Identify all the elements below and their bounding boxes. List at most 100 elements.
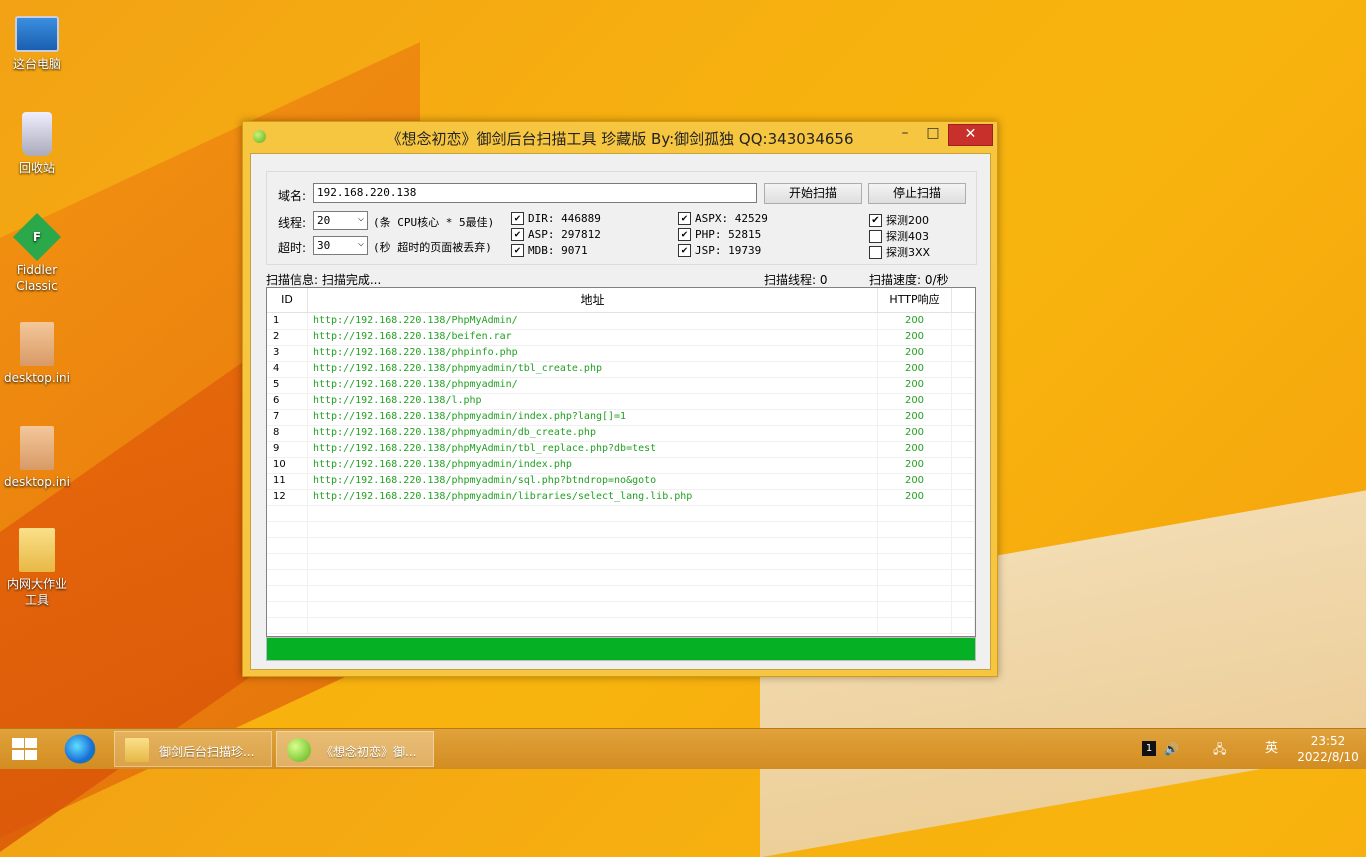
table-row[interactable]: 11 http://192.168.220.138/phpmyadmin/sql.… <box>267 473 975 490</box>
table-row[interactable] <box>267 601 975 618</box>
scan-threads-status: 扫描线程: 0 <box>764 273 828 287</box>
row-id: 9 <box>267 441 308 457</box>
checkbox-label: DIR: 446889 <box>528 212 601 225</box>
dict-dir-checkbox[interactable]: ✔ DIR: 446889 <box>511 212 601 225</box>
timeout-select[interactable]: 30 ⌵ <box>313 236 368 255</box>
table-row[interactable] <box>267 553 975 570</box>
row-filler <box>952 537 975 553</box>
row-http-code: 200 <box>878 313 952 329</box>
start-scan-button[interactable]: 开始扫描 <box>764 183 862 204</box>
ime-indicator[interactable]: 英 <box>1265 729 1278 769</box>
row-url: http://192.168.220.138/beifen.rar <box>308 329 878 345</box>
table-row[interactable]: 5 http://192.168.220.138/phpmyadmin/200 <box>267 377 975 394</box>
row-filler <box>952 489 975 505</box>
table-row[interactable]: 8 http://192.168.220.138/phpmyadmin/db_cr… <box>267 425 975 442</box>
desktop-icon-this-pc[interactable]: 这台电脑 <box>4 10 70 72</box>
minimize-button[interactable]: – <box>893 124 917 144</box>
checkbox-icon: ✔ <box>511 212 524 225</box>
row-http-code <box>878 505 952 521</box>
volume-icon[interactable]: 🔊 <box>1164 729 1179 769</box>
desktop-icon-recycle-bin[interactable]: 回收站 <box>4 112 70 176</box>
probe-3xx-checkbox[interactable]: 探测3XX <box>869 244 930 260</box>
row-filler <box>952 377 975 393</box>
close-button[interactable]: ✕ <box>948 124 993 146</box>
checkbox-icon: ✔ <box>869 213 882 227</box>
domain-input[interactable]: 192.168.220.138 <box>313 183 757 203</box>
dict-mdb-checkbox[interactable]: ✔ MDB: 9071 <box>511 244 588 257</box>
table-row[interactable] <box>267 569 975 586</box>
table-row[interactable]: 6 http://192.168.220.138/l.php 200 <box>267 393 975 410</box>
column-header-http[interactable]: HTTP响应 <box>878 288 952 312</box>
taskbar-item-scanner[interactable]: 《想念初恋》御... <box>276 731 434 767</box>
row-filler <box>952 457 975 473</box>
table-row[interactable]: 4 http://192.168.220.138/phpmyadmin/tbl_c… <box>267 361 975 378</box>
column-header-url[interactable]: 地址 <box>308 288 878 312</box>
row-url: http://192.168.220.138/phpmyadmin/db_cre… <box>308 425 878 441</box>
folder-icon <box>125 738 149 762</box>
row-url: http://192.168.220.138/phpmyadmin/ <box>308 377 878 393</box>
table-row[interactable]: 1 http://192.168.220.138/PhpMyAdmin/200 <box>267 313 975 330</box>
desktop-icon-desktop-ini-2[interactable]: desktop.ini <box>4 426 70 490</box>
table-row[interactable] <box>267 617 975 634</box>
taskbar-item-folder[interactable]: 御剑后台扫描珍... <box>114 731 272 767</box>
app-icon <box>287 738 311 762</box>
row-filler <box>952 425 975 441</box>
row-http-code <box>878 617 952 633</box>
row-id <box>267 569 308 585</box>
row-id <box>267 601 308 617</box>
network-icon[interactable]: 🖧 <box>1213 729 1226 769</box>
table-row[interactable]: 2 http://192.168.220.138/beifen.rar 200 <box>267 329 975 346</box>
table-row[interactable]: 12 http://192.168.220.138/phpmyadmin/libr… <box>267 489 975 506</box>
table-row[interactable]: 7 http://192.168.220.138/phpmyadmin/index… <box>267 409 975 426</box>
probe-403-checkbox[interactable]: 探测403 <box>869 228 929 244</box>
row-id <box>267 585 308 601</box>
row-url <box>308 505 878 521</box>
checkbox-icon: ✔ <box>678 228 691 241</box>
threads-value: 20 <box>317 214 331 227</box>
start-button[interactable] <box>10 737 38 761</box>
table-row[interactable]: 9 http://192.168.220.138/phpMyAdmin/tbl_r… <box>267 441 975 458</box>
row-http-code: 200 <box>878 489 952 505</box>
system-clock[interactable]: 23:52 2022/8/10 <box>1290 733 1366 765</box>
chevron-down-icon: ⌵ <box>357 213 364 224</box>
scan-info-status: 扫描信息: 扫描完成... <box>266 273 382 287</box>
row-http-code <box>878 585 952 601</box>
maximize-button[interactable]: □ <box>921 124 945 144</box>
column-header-id[interactable]: ID <box>267 288 308 312</box>
dict-asp-checkbox[interactable]: ✔ ASP: 297812 <box>511 228 601 241</box>
row-filler <box>952 617 975 633</box>
window-title: 《想念初恋》御剑后台扫描工具 珍藏版 By:御剑孤独 QQ:343034656 <box>386 130 854 148</box>
row-http-code <box>878 569 952 585</box>
threads-select[interactable]: 20 ⌵ <box>313 211 368 230</box>
probe-200-checkbox[interactable]: ✔ 探测200 <box>869 212 929 228</box>
settings-file-icon <box>20 426 54 470</box>
desktop-icon-desktop-ini-1[interactable]: desktop.ini <box>4 322 70 386</box>
scan-progress-bar <box>266 637 976 661</box>
title-bar[interactable]: 《想念初恋》御剑后台扫描工具 珍藏版 By:御剑孤独 QQ:343034656 … <box>243 122 997 152</box>
table-row[interactable] <box>267 521 975 538</box>
row-filler <box>952 313 975 329</box>
row-http-code: 200 <box>878 441 952 457</box>
row-filler <box>952 473 975 489</box>
dict-php-checkbox[interactable]: ✔ PHP: 52815 <box>678 228 761 241</box>
edge-browser-icon[interactable] <box>64 734 96 764</box>
table-row[interactable] <box>267 537 975 554</box>
table-row[interactable] <box>267 585 975 602</box>
checkbox-label: 探测3XX <box>886 246 931 259</box>
row-filler <box>952 345 975 361</box>
desktop-icon-folder[interactable]: 内网大作业工具 <box>4 528 70 608</box>
table-row[interactable]: 10 http://192.168.220.138/phpmyadmin/inde… <box>267 457 975 474</box>
row-http-code <box>878 601 952 617</box>
keyboard-indicator-icon[interactable]: 1 <box>1142 741 1156 756</box>
table-row[interactable] <box>267 505 975 522</box>
dict-aspx-checkbox[interactable]: ✔ ASPX: 42529 <box>678 212 768 225</box>
row-id: 5 <box>267 377 308 393</box>
stop-scan-button[interactable]: 停止扫描 <box>868 183 966 204</box>
window-client: 域名: 192.168.220.138 开始扫描 停止扫描 线程: 20 ⌵ (… <box>250 153 991 670</box>
row-url <box>308 521 878 537</box>
desktop-icon-fiddler[interactable]: F Fiddler Classic <box>4 212 70 294</box>
clock-time: 23:52 <box>1310 734 1346 748</box>
results-table[interactable]: ID 地址 HTTP响应 1 http://192.168.220.138/Php… <box>266 287 976 637</box>
table-row[interactable]: 3 http://192.168.220.138/phpinfo.php 200 <box>267 345 975 362</box>
dict-jsp-checkbox[interactable]: ✔ JSP: 19739 <box>678 244 761 257</box>
